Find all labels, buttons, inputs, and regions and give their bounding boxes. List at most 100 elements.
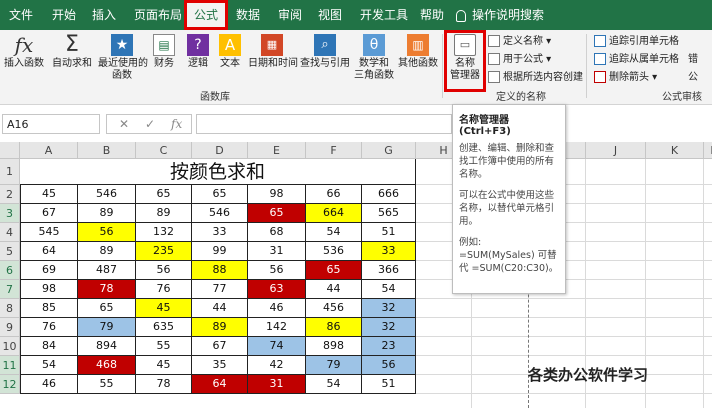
cell-B5[interactable]: 89 <box>78 242 136 261</box>
cell-F6[interactable]: 65 <box>306 261 362 280</box>
cell-C10[interactable]: 55 <box>136 337 192 356</box>
row-header-1[interactable]: 1 <box>0 159 20 185</box>
cell-B7[interactable]: 78 <box>78 280 136 299</box>
create-from-selection-button[interactable]: 根据所选内容创建 <box>488 70 583 86</box>
cell-G11[interactable]: 56 <box>362 356 416 375</box>
use-in-formula-button[interactable]: 用于公式 ▾ <box>488 52 551 68</box>
insert-function-fx-icon[interactable]: fx <box>171 117 182 131</box>
cell-A8[interactable]: 85 <box>20 299 78 318</box>
cell-D5[interactable]: 99 <box>192 242 248 261</box>
cell-E7[interactable]: 63 <box>248 280 306 299</box>
name-box[interactable]: A16 <box>2 114 100 134</box>
tab-data[interactable]: 数据 <box>230 0 266 30</box>
insert-function-button[interactable]: fx 插入函数 <box>4 34 44 86</box>
cell-E3[interactable]: 65 <box>248 204 306 223</box>
financial-button[interactable]: ▤ 财务 <box>150 34 178 86</box>
cell-A2[interactable]: 45 <box>20 185 78 204</box>
recent-functions-button[interactable]: ★ 最近使用的 函数 <box>98 34 148 86</box>
row-header-7[interactable]: 7 <box>0 280 20 299</box>
cell-A5[interactable]: 64 <box>20 242 78 261</box>
row-header-4[interactable]: 4 <box>0 223 20 242</box>
column-header-J[interactable]: J <box>586 142 646 159</box>
cell-C8[interactable]: 45 <box>136 299 192 318</box>
cell-G9[interactable]: 32 <box>362 318 416 337</box>
column-header-G[interactable]: G <box>362 142 416 159</box>
cell-G5[interactable]: 33 <box>362 242 416 261</box>
cell-G10[interactable]: 23 <box>362 337 416 356</box>
cell-A3[interactable]: 67 <box>20 204 78 223</box>
cell-A9[interactable]: 76 <box>20 318 78 337</box>
cell-C2[interactable]: 65 <box>136 185 192 204</box>
define-name-button[interactable]: 定义名称 ▾ <box>488 34 551 50</box>
cell-D9[interactable]: 89 <box>192 318 248 337</box>
row-header-5[interactable]: 5 <box>0 242 20 261</box>
column-header-B[interactable]: B <box>78 142 136 159</box>
cell-C3[interactable]: 89 <box>136 204 192 223</box>
tab-formulas[interactable]: 公式 <box>184 0 228 30</box>
column-header-C[interactable]: C <box>136 142 192 159</box>
tab-developer[interactable]: 开发工具 <box>352 0 416 30</box>
cell-E11[interactable]: 42 <box>248 356 306 375</box>
lookup-button[interactable]: ⌕ 查找与引用 <box>300 34 350 86</box>
cell-C9[interactable]: 635 <box>136 318 192 337</box>
tab-file[interactable]: 文件 <box>4 0 38 30</box>
text-button[interactable]: A 文本 <box>216 34 244 86</box>
row-header-9[interactable]: 9 <box>0 318 20 337</box>
trace-precedents-button[interactable]: 追踪引用单元格 <box>594 34 679 50</box>
tab-insert[interactable]: 插入 <box>86 0 122 30</box>
cell-B12[interactable]: 55 <box>78 375 136 394</box>
cell-D2[interactable]: 65 <box>192 185 248 204</box>
cell-G7[interactable]: 54 <box>362 280 416 299</box>
enter-icon[interactable]: ✓ <box>145 117 155 131</box>
cell-E10[interactable]: 74 <box>248 337 306 356</box>
cell-D12[interactable]: 64 <box>192 375 248 394</box>
autosum-button[interactable]: Σ 自动求和 <box>52 34 92 86</box>
cell-B4[interactable]: 56 <box>78 223 136 242</box>
trace-dependents-button[interactable]: 追踪从属单元格 <box>594 52 679 68</box>
select-all-corner[interactable] <box>0 142 20 159</box>
cell-F3[interactable]: 664 <box>306 204 362 223</box>
row-header-11[interactable]: 11 <box>0 356 20 375</box>
cell-E4[interactable]: 68 <box>248 223 306 242</box>
tab-view[interactable]: 视图 <box>312 0 348 30</box>
cell-B10[interactable]: 894 <box>78 337 136 356</box>
more-functions-button[interactable]: ▥ 其他函数 <box>398 34 438 86</box>
datetime-button[interactable]: ▦ 日期和时间 <box>248 34 298 86</box>
tab-page-layout[interactable]: 页面布局 <box>128 0 188 30</box>
cell-F7[interactable]: 44 <box>306 280 362 299</box>
cell-E2[interactable]: 98 <box>248 185 306 204</box>
cell-B2[interactable]: 546 <box>78 185 136 204</box>
cell-B11[interactable]: 468 <box>78 356 136 375</box>
cell-A12[interactable]: 46 <box>20 375 78 394</box>
cell-G4[interactable]: 51 <box>362 223 416 242</box>
row-header-12[interactable]: 12 <box>0 375 20 394</box>
cell-C4[interactable]: 132 <box>136 223 192 242</box>
cell-G3[interactable]: 565 <box>362 204 416 223</box>
column-header-D[interactable]: D <box>192 142 248 159</box>
cell-A10[interactable]: 84 <box>20 337 78 356</box>
cell-B6[interactable]: 487 <box>78 261 136 280</box>
cell-B9[interactable]: 79 <box>78 318 136 337</box>
cell-E12[interactable]: 31 <box>248 375 306 394</box>
cell-D3[interactable]: 546 <box>192 204 248 223</box>
cell-F2[interactable]: 66 <box>306 185 362 204</box>
tab-home[interactable]: 开始 <box>46 0 82 30</box>
math-button[interactable]: θ 数学和 三角函数 <box>354 34 394 86</box>
cell-A11[interactable]: 54 <box>20 356 78 375</box>
cell-B3[interactable]: 89 <box>78 204 136 223</box>
cell-F5[interactable]: 536 <box>306 242 362 261</box>
cell-F12[interactable]: 54 <box>306 375 362 394</box>
cell-D4[interactable]: 33 <box>192 223 248 242</box>
tab-help[interactable]: 帮助 <box>414 0 450 30</box>
cell-D6[interactable]: 88 <box>192 261 248 280</box>
cell-B8[interactable]: 65 <box>78 299 136 318</box>
column-header-F[interactable]: F <box>306 142 362 159</box>
cell-E9[interactable]: 142 <box>248 318 306 337</box>
cell-D7[interactable]: 77 <box>192 280 248 299</box>
cell-A6[interactable]: 69 <box>20 261 78 280</box>
column-header-L[interactable]: L <box>704 142 712 159</box>
row-header-3[interactable]: 3 <box>0 204 20 223</box>
cell-G2[interactable]: 666 <box>362 185 416 204</box>
cell-C5[interactable]: 235 <box>136 242 192 261</box>
cell-F9[interactable]: 86 <box>306 318 362 337</box>
